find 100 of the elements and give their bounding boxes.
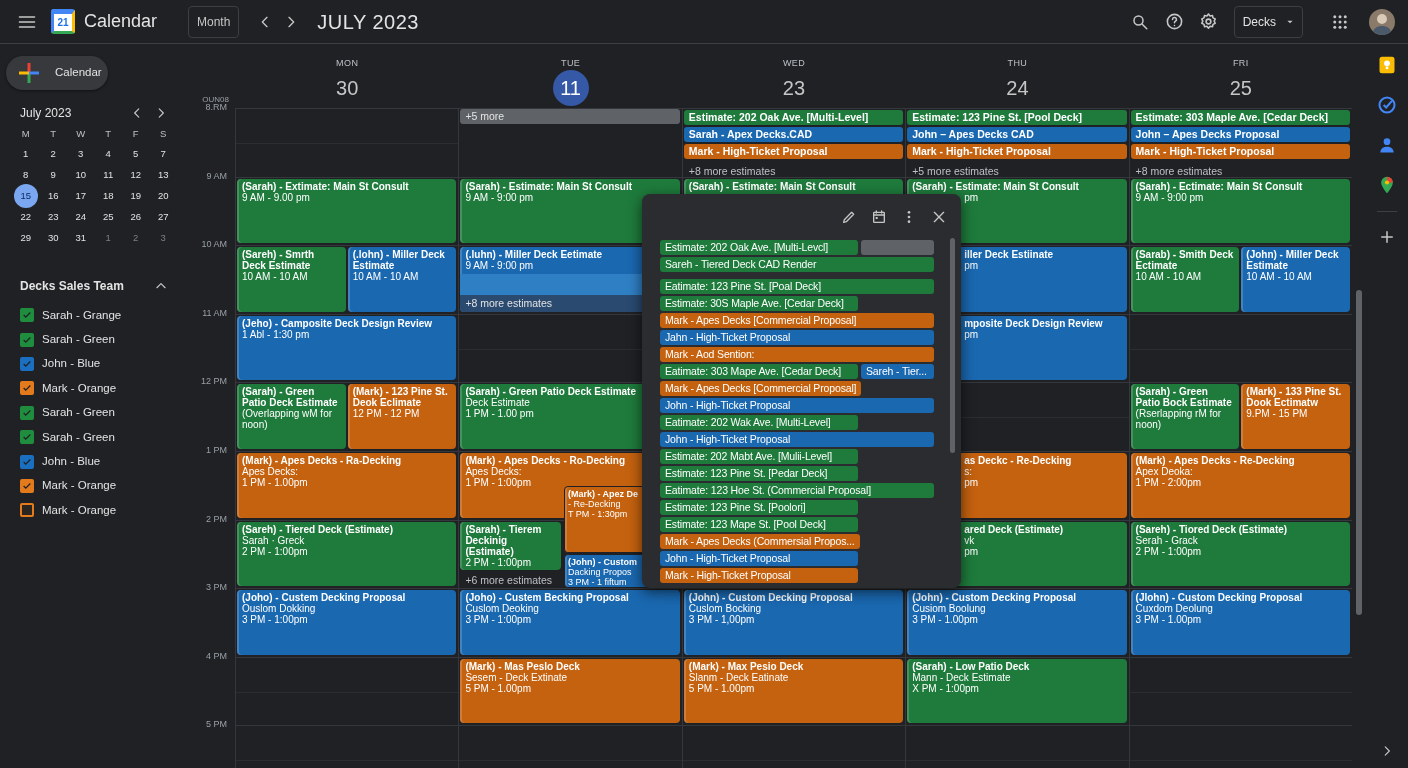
checkbox[interactable]: [20, 308, 34, 323]
event-chip[interactable]: Mark - Apes Decks (Commersial Propos...: [660, 534, 860, 549]
event-block[interactable]: (Sarah) - Low Patio Deck Mann - Deck Estimate X PM - 1:00pm: [907, 658, 1127, 724]
scrollbar[interactable]: [1356, 290, 1362, 615]
mini-calendar-day[interactable]: 13: [154, 166, 173, 184]
mini-calendar-day[interactable]: 4: [99, 145, 118, 163]
settings-icon[interactable]: [1198, 12, 1218, 31]
mini-calendar-day[interactable]: 27: [154, 208, 173, 226]
event-chip[interactable]: Eatimate: 123 Hoe St. (Commercial Proposal]: [660, 483, 934, 498]
mini-calendar-day[interactable]: 17: [71, 187, 90, 205]
mini-calendar-day[interactable]: 19: [126, 187, 145, 205]
event-chip[interactable]: Estimate: 202 Oak Ave. [Multi-Level]: [683, 110, 904, 125]
event-block[interactable]: (Sareh) - Tiored Deck (Estimate) Serah - Grack 2 PM - 1:00pm: [1130, 521, 1350, 587]
event-block[interactable]: (Mark) - Mas Peslo Deck Sesem - Deck Extinate 5 PM - 1.00pm: [460, 658, 680, 724]
event-block[interactable]: (Joho) - Custem Decking Proposal Ouslom Dokking 3 PM - 1:00pm: [237, 590, 457, 655]
event-chip[interactable]: Mark - Apes Decks [Commercial Proposal]: [660, 313, 934, 328]
event-chip[interactable]: Sareh - Tiered Deck CAD Render: [660, 257, 934, 272]
event-chip[interactable]: Eatimate: 303 Mape Ave. [Cedar Deck]: [660, 364, 858, 379]
event-chip[interactable]: Estimate: 303 Maple Ave. [Cedar Deck]: [1130, 110, 1350, 125]
event-block[interactable]: (Joho) - Custem Becking Proposal Cuslom Deoking 3 PM - 1:00pm: [460, 590, 680, 655]
apps-icon[interactable]: [1331, 12, 1349, 31]
date-number[interactable]: 24: [999, 69, 1036, 106]
person-icon[interactable]: [1377, 135, 1397, 155]
create-button[interactable]: Calendar: [6, 56, 108, 90]
help-icon[interactable]: [1164, 12, 1184, 31]
mini-calendar-day[interactable]: 20: [154, 187, 173, 205]
event-chip[interactable]: Sareh - Tier...: [861, 364, 934, 379]
event-block[interactable]: (John) - Custom Decking Proposal Cuslom Bocking 3 PM - 1,00pm: [683, 590, 904, 655]
event-chip[interactable]: Eatimate: 202 Wak Ave. [Multi-Level]: [660, 415, 858, 430]
mini-calendar-day[interactable]: 2: [126, 229, 145, 247]
plus-icon[interactable]: [1378, 228, 1396, 246]
notes-icon[interactable]: [1377, 55, 1397, 75]
task-check-icon[interactable]: [1377, 95, 1397, 115]
mini-calendar-day[interactable]: 26: [126, 208, 145, 226]
mini-calendar-day[interactable]: 2: [44, 145, 63, 163]
mini-calendar-day[interactable]: 9: [44, 166, 63, 184]
mini-calendar-day[interactable]: 12: [126, 166, 145, 184]
more-link[interactable]: +5 more: [460, 109, 680, 124]
mini-calendar-day[interactable]: 3: [154, 229, 173, 247]
event-chip[interactable]: Estimate: 123 Pine St. [Pedar Deck]: [660, 466, 858, 481]
checkbox[interactable]: [20, 454, 34, 469]
event-block[interactable]: (Mark) - Max Pesio Deck Slanm - Deck Eatinate 5 PM - 1.00pm: [683, 658, 904, 724]
event-chip[interactable]: Eatimate: 123 Pine St. [Poal Deck]: [660, 279, 934, 294]
event-block[interactable]: (Jlohn) - Custom Decking Proposal Cuxdom Deolung 3 PM - 1.00pm: [1130, 590, 1350, 655]
mini-calendar-day[interactable]: 23: [44, 208, 63, 226]
mini-calendar-day[interactable]: 8: [16, 166, 35, 184]
checkbox[interactable]: [20, 405, 34, 420]
event-chip[interactable]: Estimate: 202 Oak Ave. [Multi-Levcl]: [660, 240, 858, 255]
event-block[interactable]: (John) - Miller Deck Estimate 10 AM - 10 AM: [1241, 247, 1350, 312]
event-block[interactable]: (Sarah) - Green Patio Bock Estimate (Rserlapping rM for noon): [1130, 384, 1240, 449]
event-chip[interactable]: Mark - Aod Sention:: [660, 347, 934, 362]
search-icon[interactable]: [1130, 12, 1149, 31]
mini-calendar-day[interactable]: 3: [71, 145, 90, 163]
event-chip[interactable]: John - High-Ticket Proposal: [660, 432, 934, 447]
event-chip[interactable]: John - High-Ticket Proposal: [660, 551, 858, 566]
checkbox[interactable]: [20, 478, 34, 493]
checkbox[interactable]: [20, 332, 34, 347]
event-block[interactable]: (Mark) - 133 Pine St. Dook Ectimatw 9.PM - 15 PM: [1241, 384, 1350, 449]
mini-calendar-day[interactable]: 30: [44, 229, 63, 247]
event-block[interactable]: (Sarab) - Smith Deck Ectimate 10 AM - 10 AM: [1130, 247, 1240, 312]
checkbox[interactable]: [20, 356, 34, 371]
event-block[interactable]: (Mark) - Apes Decks - Ra-Decking Apes Decks: 1 PM - 1.00pm: [237, 452, 457, 518]
more-link[interactable]: +5 more estimates: [907, 161, 1127, 180]
date-number[interactable]: 11: [552, 69, 589, 106]
event-chip[interactable]: John – Apes Decks CAD: [907, 127, 1127, 142]
mini-calendar-day[interactable]: 5: [126, 145, 145, 163]
event-block[interactable]: (Mark) - Apes Decks - Re-Decking Apex Deoka: 1 PM - 2:00pm: [1130, 452, 1350, 518]
more-link[interactable]: +8 more estimates: [683, 161, 904, 180]
date-number[interactable]: 23: [776, 69, 812, 106]
checkbox[interactable]: [20, 503, 34, 518]
event-chip[interactable]: Mark - High-Ticket Proposal: [907, 144, 1127, 159]
event-chip[interactable]: John – Apes Decks Proposal: [1130, 127, 1350, 142]
event-block[interactable]: (Sarah) - Ectimate: Main St Consult 9 AM - 9:00 pm: [1130, 178, 1350, 244]
mini-calendar-day[interactable]: 22: [16, 208, 35, 226]
event-chip[interactable]: Estimate: 30S Maple Ave. [Cedar Deck]: [660, 296, 858, 311]
mini-calendar-day[interactable]: 18: [99, 187, 118, 205]
mini-calendar-day[interactable]: 25: [99, 208, 118, 226]
mini-calendar-day[interactable]: 7: [154, 145, 173, 163]
mini-calendar-day[interactable]: 15: [13, 184, 38, 208]
event-chip[interactable]: Estimate: 123 Mape St. [Pool Deck]: [660, 517, 858, 532]
mini-calendar-day[interactable]: 1: [16, 145, 35, 163]
event-chip[interactable]: Mark - High-Ticket Proposal: [1130, 144, 1350, 159]
event-chip[interactable]: Estimate: 123 Pine St. [Pool Deck]: [907, 110, 1127, 125]
mini-calendar-day[interactable]: 31: [71, 229, 90, 247]
event-chip[interactable]: Mark - High-Ticket Proposal: [683, 144, 904, 159]
event-block[interactable]: (Sarah) - Tierem Deckinig (Estimate) 2 PM - 1:00pm: [460, 521, 562, 570]
event-chip[interactable]: Estimate: 202 Mabt Ave. [Mulii-Level]: [660, 449, 858, 464]
mini-calendar-day[interactable]: 1: [99, 229, 118, 247]
pencil-icon[interactable]: [841, 209, 857, 225]
event-chip[interactable]: Jahn - High-Ticket Proposal: [660, 330, 934, 345]
scrollbar[interactable]: [950, 238, 955, 453]
event-block[interactable]: (Mark) - 123 Pine St. Deok Eclimate 12 PM - 12 PM: [347, 384, 457, 449]
mini-calendar-day[interactable]: 16: [44, 187, 63, 205]
account-dropdown[interactable]: Decks: [1233, 5, 1303, 38]
mini-calendar-day[interactable]: 11: [99, 166, 118, 184]
event-block[interactable]: (.lohn) - Miller Deck Estimate 10 AM - 10 AM: [347, 247, 457, 312]
event-block[interactable]: (Sarah) - Extimate: Main St Consult 9 AM - 9.00 pm: [237, 178, 457, 244]
checkbox[interactable]: [20, 430, 34, 445]
checkbox[interactable]: [20, 381, 34, 396]
event-block[interactable]: (Sarah) - Green Patio Deck Estimate (Overlapping wM for noon): [237, 384, 346, 449]
